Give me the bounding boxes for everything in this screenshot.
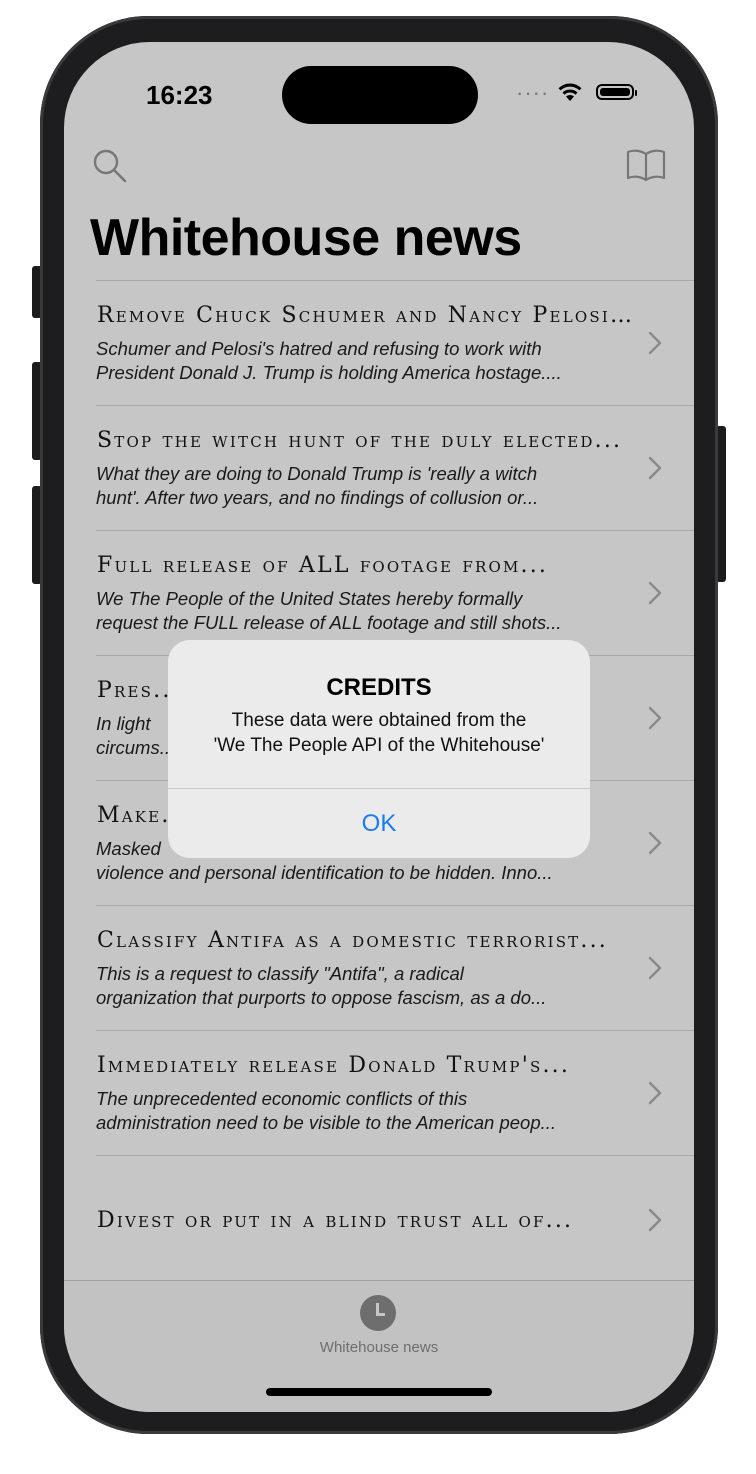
item-summary: We The People of the United States hereb… — [96, 587, 636, 635]
ok-button[interactable]: OK — [168, 789, 590, 858]
dynamic-island — [282, 66, 478, 124]
item-summary-line: hunt'. After two years, and no findings … — [96, 487, 539, 508]
item-summary-line: administration need to be visible to the… — [96, 1112, 557, 1133]
chevron-right-icon — [648, 706, 662, 730]
item-summary-line: violence and personal identification to … — [96, 862, 553, 883]
chevron-right-icon — [648, 581, 662, 605]
page-title: Whitehouse news — [90, 209, 522, 267]
chevron-right-icon — [648, 956, 662, 980]
item-summary: This is a request to classify "Antifa", … — [96, 962, 636, 1010]
list-item[interactable]: Classify Antifa as a domestic terrorist.… — [96, 905, 694, 1030]
list-item[interactable]: Stop the witch hunt of the duly elected.… — [96, 405, 694, 530]
list-item[interactable]: Full release of ALL footage from... We T… — [96, 530, 694, 655]
chevron-right-icon — [648, 1081, 662, 1105]
item-title: Divest or put in a blind trust all of... — [97, 1208, 574, 1233]
item-summary-line: President Donald J. Trump is holding Ame… — [96, 362, 562, 383]
book-icon[interactable] — [626, 148, 666, 182]
item-summary-line: Schumer and Pelosi's hatred and refusing… — [96, 338, 542, 359]
item-summary-line: request the FULL release of ALL footage … — [96, 612, 562, 633]
item-summary-line: We The People of the United States hereb… — [96, 588, 523, 609]
clock-icon[interactable] — [360, 1295, 396, 1331]
home-indicator[interactable] — [266, 1388, 492, 1396]
chevron-right-icon — [648, 331, 662, 355]
list-item[interactable]: Divest or put in a blind trust all of... — [96, 1155, 694, 1280]
tab-whitehouse-news[interactable]: Whitehouse news — [64, 1339, 694, 1356]
item-title: Stop the witch hunt of the duly elected.… — [97, 428, 623, 453]
item-title: Classify Antifa as a domestic terrorist.… — [97, 928, 608, 953]
status-time: 16:23 — [146, 80, 213, 110]
list-item[interactable]: Remove Chuck Schumer and Nancy Pelosi...… — [96, 280, 694, 405]
credits-alert: CREDITS These data were obtained from th… — [168, 640, 590, 858]
chevron-right-icon — [648, 456, 662, 480]
item-summary: What they are doing to Donald Trump is '… — [96, 462, 636, 510]
item-summary: Schumer and Pelosi's hatred and refusing… — [96, 337, 636, 385]
item-title: Full release of ALL footage from... — [97, 553, 549, 578]
app-screen: 16:23 ···· Whitehouse news Remove Chuck … — [64, 42, 694, 1412]
alert-title: CREDITS — [326, 674, 432, 701]
item-title: Remove Chuck Schumer and Nancy Pelosi... — [97, 303, 637, 328]
alert-message-line: 'We The People API of the Whitehouse' — [213, 735, 545, 756]
item-summary-line: The unprecedented economic conflicts of … — [96, 1088, 468, 1109]
item-summary-line: What they are doing to Donald Trump is '… — [96, 463, 538, 484]
item-summary-line: This is a request to classify "Antifa", … — [96, 963, 464, 984]
wifi-icon — [558, 83, 582, 101]
search-icon[interactable] — [92, 148, 128, 184]
battery-icon — [596, 84, 637, 100]
item-summary-line: organization that purports to oppose fas… — [96, 987, 547, 1008]
cellular-signal-icon: ···· — [516, 80, 550, 105]
list-item[interactable]: Immediately release Donald Trump's... Th… — [96, 1030, 694, 1155]
chevron-right-icon — [648, 1208, 662, 1232]
alert-message: These data were obtained from the 'We Th… — [168, 708, 590, 758]
chevron-right-icon — [648, 831, 662, 855]
item-summary: The unprecedented economic conflicts of … — [96, 1087, 636, 1135]
item-title: Immediately release Donald Trump's... — [97, 1053, 571, 1078]
alert-message-line: These data were obtained from the — [231, 710, 527, 731]
